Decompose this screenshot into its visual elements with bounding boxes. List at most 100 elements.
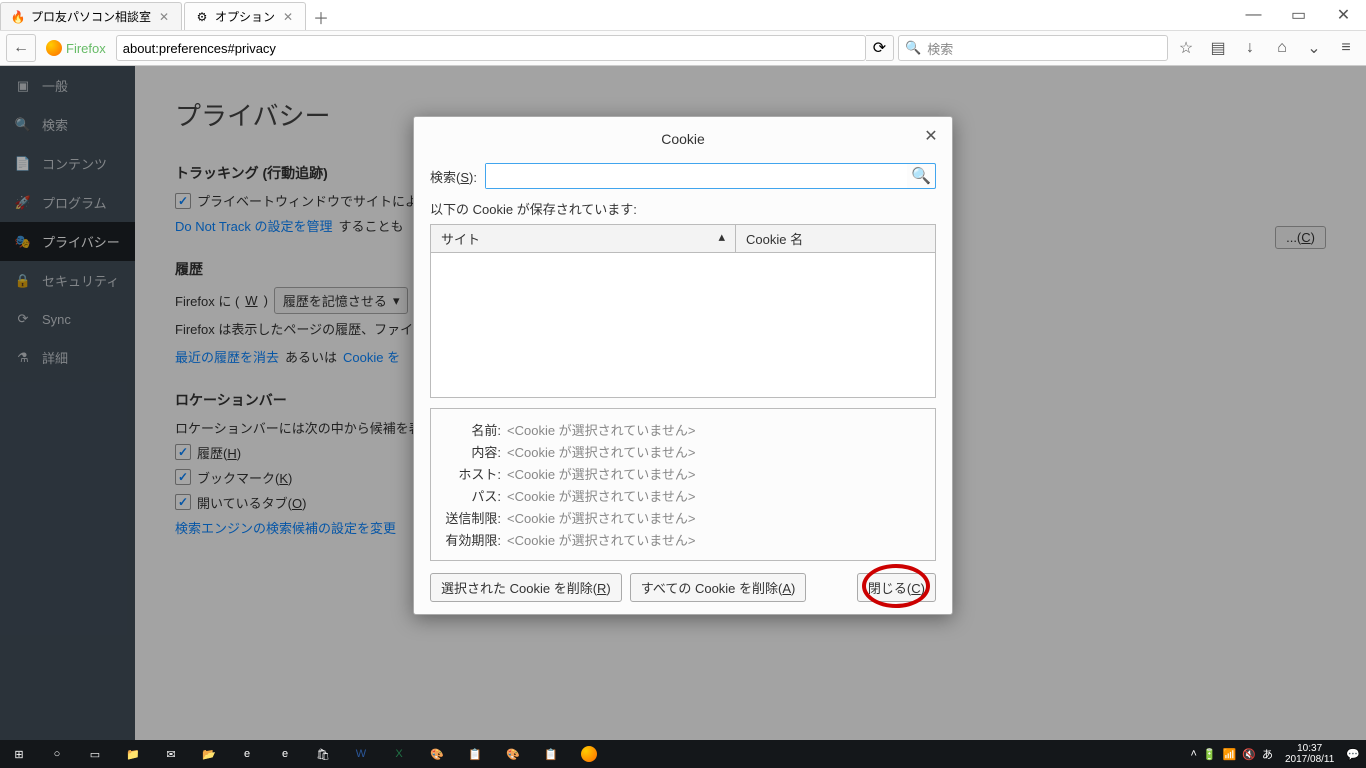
sidebar-item-content[interactable]: 📄コンテンツ <box>0 144 135 183</box>
general-icon: ▣ <box>14 77 32 95</box>
sidebar-item-search[interactable]: 🔍検索 <box>0 105 135 144</box>
excel-icon[interactable]: X <box>380 740 418 768</box>
tracking-checkbox[interactable] <box>175 193 191 209</box>
clock-date: 2017/08/11 <box>1285 754 1334 765</box>
remove-all-button[interactable]: すべての Cookie を削除(A) <box>630 573 807 602</box>
minimize-button[interactable]: — <box>1231 0 1276 30</box>
col-site[interactable]: サイト▴ <box>431 225 735 252</box>
rocket-icon: 🚀 <box>14 194 32 212</box>
sidebar-item-label: セキュリティ <box>42 271 119 290</box>
cortana-icon[interactable]: ○ <box>38 740 76 768</box>
action-center-icon[interactable]: 💬 <box>1346 748 1360 761</box>
detail-expires-label: 有効期限: <box>441 530 501 549</box>
change-blocklist-button[interactable]: ...(C) <box>1275 226 1326 249</box>
downloads-icon[interactable]: ↓ <box>1236 34 1264 62</box>
cookie-link[interactable]: Cookie を <box>343 347 400 366</box>
bookmark-star-icon[interactable]: ☆ <box>1172 34 1200 62</box>
close-icon[interactable]: ✕ <box>157 10 171 24</box>
dialog-close-button[interactable]: ✕ <box>922 127 940 145</box>
preferences-sidebar: ▣一般 🔍検索 📄コンテンツ 🚀 プログラム 🎭 プライバシー 🔒 セキュリティ ⟳S… <box>0 66 135 740</box>
url-input[interactable] <box>116 35 866 61</box>
edge-icon[interactable]: e <box>228 740 266 768</box>
loc-tabs-checkbox[interactable] <box>175 494 191 510</box>
sidebar-item-general[interactable]: ▣一般 <box>0 66 135 105</box>
cookie-table-header: サイト▴ Cookie 名 <box>430 224 936 253</box>
detail-content-label: 内容: <box>441 442 501 461</box>
menu-icon[interactable]: ≡ <box>1332 34 1360 62</box>
detail-path-label: パス: <box>441 486 501 505</box>
toolbar: ← Firefox ⟳ 🔍 検索 ☆ ▤ ↓ ⌂ ⌄ ≡ <box>0 30 1366 66</box>
close-icon[interactable]: ✕ <box>281 10 295 24</box>
detail-send-label: 送信制限: <box>441 508 501 527</box>
detail-path-value: <Cookie が選択されていません> <box>507 486 695 505</box>
volume-icon[interactable]: 🔇 <box>1242 748 1256 761</box>
clear-history-link[interactable]: 最近の履歴を消去 <box>175 347 279 366</box>
sidebar-item-label: プログラム <box>42 193 107 212</box>
cookie-search-input[interactable] <box>486 164 907 188</box>
search-icon[interactable]: 🔍 <box>907 164 935 188</box>
new-tab-button[interactable]: ＋ <box>308 4 334 30</box>
pocket-icon[interactable]: ⌄ <box>1300 34 1328 62</box>
folder-icon[interactable]: 📂 <box>190 740 228 768</box>
taskview-icon[interactable]: ▭ <box>76 740 114 768</box>
close-button[interactable]: 閉じる(C) <box>857 573 936 602</box>
app-icon-2[interactable]: 🎨 <box>494 740 532 768</box>
tray-chevron-icon[interactable]: ˄ <box>1190 748 1196 760</box>
wifi-icon[interactable]: 📶 <box>1223 748 1237 761</box>
sidebar-item-label: プライバシー <box>42 232 120 251</box>
loc-bookmark-checkbox[interactable] <box>175 469 191 485</box>
firefox-icon <box>46 40 62 56</box>
search-box[interactable]: 🔍 検索 <box>898 35 1168 61</box>
mask-icon: 🎭 <box>14 233 32 251</box>
maximize-button[interactable]: ▭ <box>1276 0 1321 30</box>
store-icon[interactable]: 🛍 <box>304 740 342 768</box>
home-icon[interactable]: ⌂ <box>1268 34 1296 62</box>
detail-name-value: <Cookie が選択されていません> <box>507 420 695 439</box>
sidebar-item-sync[interactable]: ⟳Sync <box>0 300 135 338</box>
history-prefix: Firefox に ( <box>175 291 239 310</box>
search-placeholder: 検索 <box>927 39 953 58</box>
history-mode-dropdown[interactable]: 履歴を記憶させる▾ <box>274 287 409 314</box>
sidebar-item-label: コンテンツ <box>42 154 107 173</box>
cookie-table-body[interactable] <box>430 253 936 398</box>
app-icon-3[interactable]: 📋 <box>532 740 570 768</box>
loc-history-checkbox[interactable] <box>175 444 191 460</box>
stored-note: 以下の Cookie が保存されています: <box>430 199 936 218</box>
start-button[interactable]: ⊞ <box>0 740 38 768</box>
close-button[interactable]: ✕ <box>1321 0 1366 30</box>
tab-strip: 🔥 プロ友パソコン相談室 ✕ ⚙ オプション ✕ ＋ <box>0 0 1231 30</box>
system-tray: ˄ 🔋 📶 🔇 あ 10:37 2017/08/11 💬 <box>1190 743 1366 765</box>
ime-indicator[interactable]: あ <box>1262 746 1273 762</box>
back-button[interactable]: ← <box>6 34 36 62</box>
sidebar-item-label: 検索 <box>42 115 68 134</box>
ie-icon[interactable]: e <box>266 740 304 768</box>
windows-taskbar: ⊞ ○ ▭ 📁 ✉ 📂 e e 🛍 W X 🎨 📋 🎨 📋 ˄ 🔋 📶 🔇 あ … <box>0 740 1366 768</box>
mail-icon[interactable]: ✉ <box>152 740 190 768</box>
clock[interactable]: 10:37 2017/08/11 <box>1279 743 1340 765</box>
sidebar-item-privacy[interactable]: 🎭 プライバシー <box>0 222 135 261</box>
dialog-footer: 選択された Cookie を削除(R) すべての Cookie を削除(A) 閉… <box>430 573 936 602</box>
dnt-link[interactable]: Do Not Track の設定を管理 <box>175 216 332 235</box>
sidebar-item-security[interactable]: 🔒 セキュリティ <box>0 261 135 300</box>
detail-expires-value: <Cookie が選択されていません> <box>507 530 695 549</box>
lock-icon: 🔒 <box>14 272 32 290</box>
remove-selected-button[interactable]: 選択された Cookie を削除(R) <box>430 573 622 602</box>
battery-icon[interactable]: 🔋 <box>1203 748 1217 761</box>
col-cookie-name[interactable]: Cookie 名 <box>735 225 935 252</box>
dnt-rest: することも <box>338 216 403 235</box>
library-icon[interactable]: ▤ <box>1204 34 1232 62</box>
word-icon[interactable]: W <box>342 740 380 768</box>
search-engine-settings-link[interactable]: 検索エンジンの検索候補の設定を変更 <box>175 518 396 537</box>
sidebar-item-advanced[interactable]: ⚗詳細 <box>0 338 135 377</box>
tab-inactive[interactable]: 🔥 プロ友パソコン相談室 ✕ <box>0 2 182 30</box>
app-icon[interactable]: 📋 <box>456 740 494 768</box>
paint-icon[interactable]: 🎨 <box>418 740 456 768</box>
reload-button[interactable]: ⟳ <box>866 35 894 61</box>
firefox-taskbar-icon[interactable] <box>570 740 608 768</box>
sidebar-item-applications[interactable]: 🚀 プログラム <box>0 183 135 222</box>
tab-active[interactable]: ⚙ オプション ✕ <box>184 2 306 30</box>
tab-title: プロ友パソコン相談室 <box>31 8 151 25</box>
tab-title: オプション <box>215 8 275 25</box>
explorer-icon[interactable]: 📁 <box>114 740 152 768</box>
identity-box[interactable]: Firefox <box>40 40 112 56</box>
